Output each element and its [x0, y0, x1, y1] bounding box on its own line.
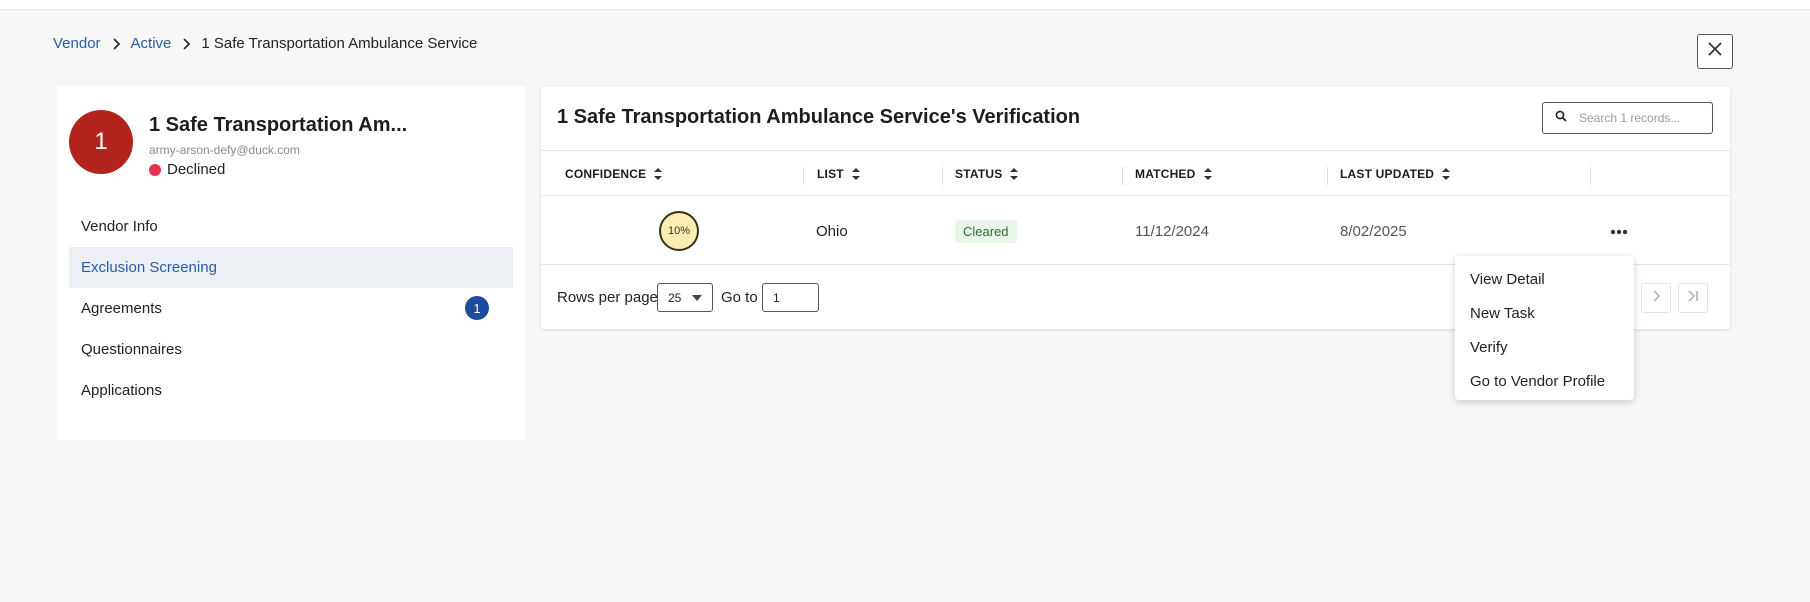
chevron-right-icon: [1652, 289, 1661, 307]
breadcrumb-current: 1 Safe Transportation Ambulance Service: [201, 35, 478, 52]
goto-label: Go to: [721, 289, 758, 306]
last-page-button[interactable]: [1678, 283, 1708, 313]
column-header-label: STATUS: [955, 167, 1003, 181]
nav-item-label: Vendor Info: [81, 218, 158, 235]
table-header: CONFIDENCE LIST STATUS MATCHED LAST UPDA…: [541, 150, 1730, 196]
column-header-list[interactable]: LIST: [817, 151, 860, 197]
breadcrumb-vendor-link[interactable]: Vendor: [53, 35, 101, 52]
vendor-status-label: Declined: [167, 161, 226, 178]
caret-down-icon: [692, 295, 702, 301]
column-divider: [1122, 167, 1123, 185]
status-badge: Cleared: [955, 219, 1017, 243]
nav-item-exclusion-screening[interactable]: Exclusion Screening: [69, 247, 513, 288]
cell-list: Ohio: [816, 222, 848, 240]
count-badge: 1: [465, 296, 489, 320]
vendor-nav: Vendor Info Exclusion Screening Agreemen…: [69, 206, 513, 411]
nav-item-label: Agreements: [81, 300, 162, 317]
rows-per-page-label: Rows per page: [557, 289, 658, 306]
close-icon: [1707, 41, 1723, 62]
sort-icon: [1203, 168, 1212, 180]
close-button[interactable]: [1697, 34, 1733, 69]
avatar: 1: [69, 110, 133, 174]
chevron-right-icon: [171, 37, 201, 50]
more-horizontal-icon: [1610, 222, 1628, 240]
column-header-label: LIST: [817, 167, 844, 181]
row-actions-menu: View Detail New Task Verify Go to Vendor…: [1455, 256, 1634, 400]
column-divider: [803, 167, 804, 185]
nav-item-applications[interactable]: Applications: [69, 370, 513, 411]
menu-item-view-detail[interactable]: View Detail: [1455, 262, 1634, 296]
next-page-button[interactable]: [1641, 283, 1671, 313]
column-header-matched[interactable]: MATCHED: [1135, 151, 1212, 197]
search-box[interactable]: [1542, 102, 1713, 134]
column-header-last-updated[interactable]: LAST UPDATED: [1340, 151, 1451, 197]
goto-page-input[interactable]: [762, 283, 819, 312]
cell-matched: 11/12/2024: [1135, 222, 1209, 240]
column-header-status[interactable]: STATUS: [955, 151, 1019, 197]
column-divider: [1327, 167, 1328, 185]
nav-item-questionnaires[interactable]: Questionnaires: [69, 329, 513, 370]
sort-icon: [851, 168, 860, 180]
column-header-confidence[interactable]: CONFIDENCE: [565, 151, 663, 197]
column-header-label: CONFIDENCE: [565, 167, 647, 181]
sort-icon: [1010, 168, 1019, 180]
cell-last-updated: 8/02/2025: [1340, 222, 1407, 240]
column-divider: [1590, 167, 1591, 185]
chevron-right-icon: [101, 37, 131, 50]
sort-icon: [654, 168, 663, 180]
row-actions-button[interactable]: [1607, 219, 1631, 243]
confidence-badge: 10%: [659, 211, 699, 251]
column-header-label: LAST UPDATED: [1340, 167, 1435, 181]
nav-item-agreements[interactable]: Agreements 1: [69, 288, 513, 329]
menu-item-go-to-vendor-profile[interactable]: Go to Vendor Profile: [1455, 364, 1634, 398]
cell-status: Cleared: [955, 197, 1017, 265]
vendor-summary-panel: 1 1 Safe Transportation Am... army-arson…: [57, 86, 525, 440]
nav-item-label: Applications: [81, 382, 162, 399]
menu-item-verify[interactable]: Verify: [1455, 330, 1634, 364]
rows-per-page-select[interactable]: 25: [657, 283, 713, 312]
search-icon: [1555, 109, 1567, 127]
card-title: 1 Safe Transportation Ambulance Service'…: [557, 106, 1081, 128]
nav-item-label: Questionnaires: [81, 341, 182, 358]
rows-per-page-value: 25: [668, 290, 682, 305]
search-input[interactable]: [1579, 111, 1699, 125]
breadcrumb-active-link[interactable]: Active: [131, 35, 172, 52]
column-header-label: MATCHED: [1135, 167, 1196, 181]
vendor-email: army-arson-defy@duck.com: [149, 143, 300, 157]
column-divider: [942, 167, 943, 185]
menu-item-new-task[interactable]: New Task: [1455, 296, 1634, 330]
status-dot-icon: [149, 163, 161, 176]
nav-item-vendor-info[interactable]: Vendor Info: [69, 206, 513, 247]
nav-item-label: Exclusion Screening: [81, 259, 217, 276]
vendor-status: Declined: [149, 161, 225, 178]
sort-icon: [1442, 168, 1451, 180]
vendor-name: 1 Safe Transportation Am...: [149, 114, 408, 136]
top-bar: [0, 0, 1810, 10]
last-page-icon: [1687, 289, 1699, 307]
table-row[interactable]: 10% Ohio Cleared 11/12/2024 8/02/2025: [541, 197, 1730, 265]
breadcrumb: Vendor Active 1 Safe Transportation Ambu…: [53, 35, 477, 52]
